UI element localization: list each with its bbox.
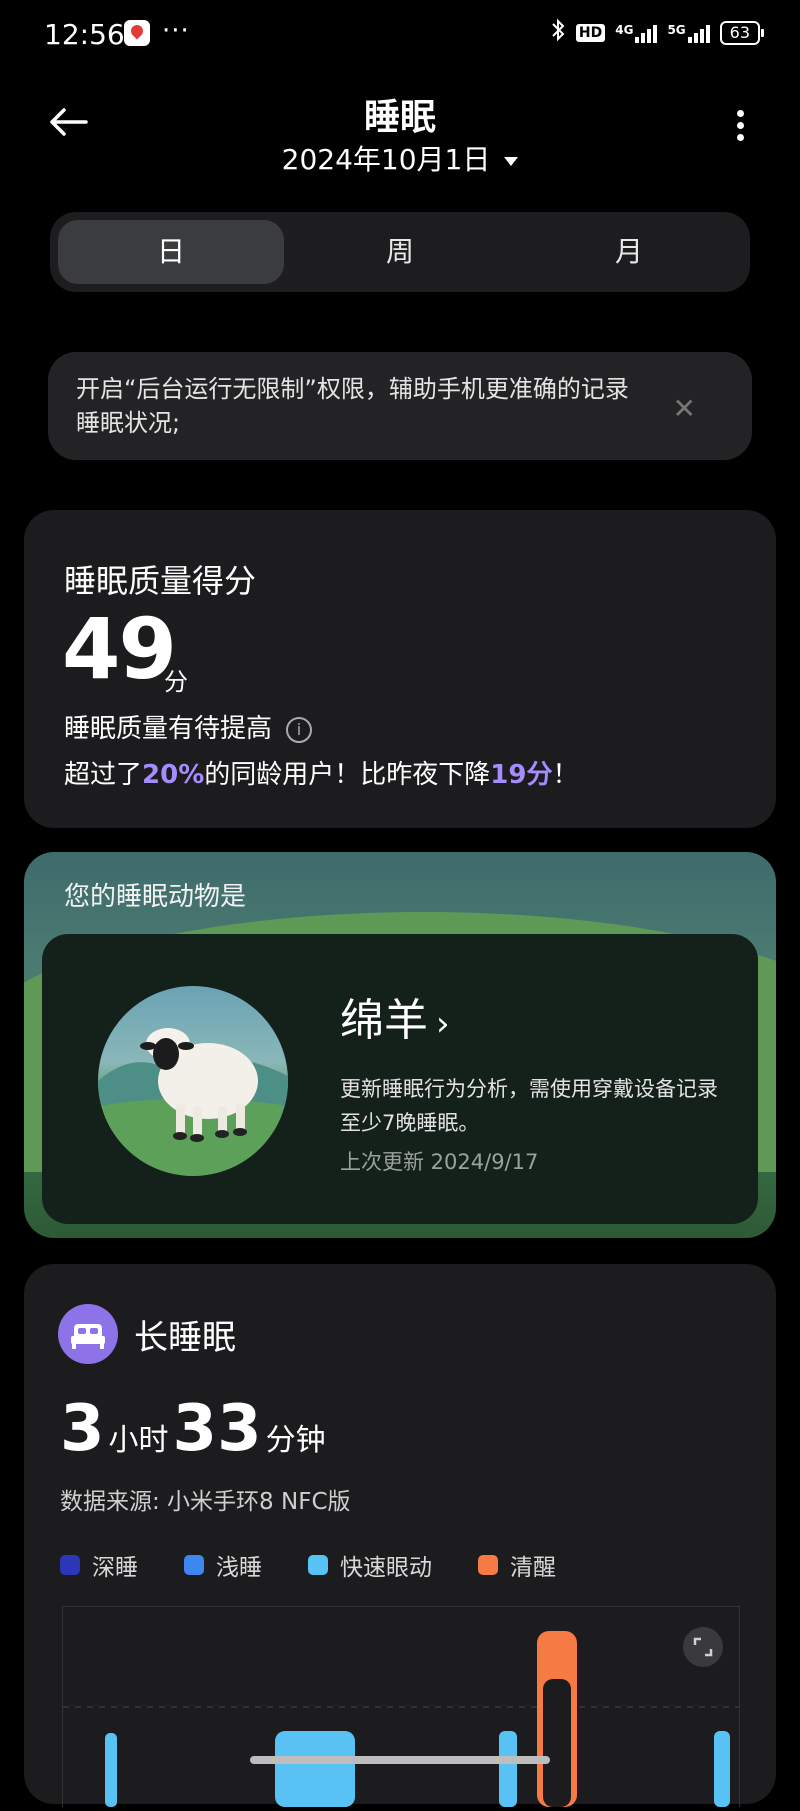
dropdown-caret-icon [504, 156, 519, 166]
page-title: 睡眠 [363, 97, 436, 138]
permission-banner[interactable]: 开启“后台运行无限制”权限，辅助手机更准确的记录睡眠状况; ✕ [48, 352, 752, 460]
battery-icon: 63 [719, 20, 765, 45]
chevron-right-icon: › [436, 1004, 450, 1044]
bluetooth-icon [550, 18, 566, 47]
animal-description: 更新睡眠行为分析，需使用穿戴设备记录至少7晚睡眠。 [340, 1077, 718, 1135]
animal-name-link[interactable]: 绵羊 › [340, 984, 450, 1048]
more-notifications-icon: ··· [162, 16, 190, 46]
score-heading: 睡眠质量得分 [64, 562, 257, 600]
info-icon[interactable]: i [286, 716, 313, 743]
rem-bar-2 [275, 1731, 355, 1807]
comparison-text: 超过了20%的同龄用户！比昨夜下降19分！ [64, 760, 579, 790]
period-tabs: 日 周 月 [50, 212, 750, 292]
legend-awake: 清醒 [478, 1548, 556, 1582]
more-options-icon[interactable] [730, 110, 750, 150]
percentile-value: 20% [142, 760, 205, 790]
status-bar: 12:56 ··· HD 4G 5G 63 [0, 0, 800, 70]
legend-deep-sleep: 深睡 [60, 1548, 138, 1582]
home-indicator[interactable] [250, 1756, 550, 1764]
bed-icon [58, 1304, 118, 1364]
sheep-illustration [98, 986, 288, 1176]
long-sleep-card: 长睡眠 3 小时33 分钟 数据来源: 小米手环8 NFC版 深睡 浅睡 快速眼动 … [24, 1264, 776, 1807]
status-indicators: HD 4G 5G 63 [550, 18, 765, 47]
long-sleep-title: 长睡眠 [134, 1318, 236, 1358]
rem-bar-1 [105, 1733, 117, 1807]
legend-rem: 快速眼动 [308, 1548, 432, 1582]
data-source: 数据来源: 小米手环8 NFC版 [60, 1489, 351, 1515]
legend-light-sleep: 浅睡 [184, 1548, 262, 1582]
tab-day[interactable]: 日 [58, 220, 284, 284]
quality-text: 睡眠质量有待提高 [64, 714, 273, 744]
signal-4g-icon: 4G [615, 23, 658, 43]
last-updated: 上次更新 2024/9/17 [340, 1150, 539, 1174]
rem-bar-3 [499, 1731, 517, 1807]
expand-icon [683, 1627, 723, 1667]
sleep-score-card: 睡眠质量得分 49 分 睡眠质量有待提高 i 超过了20%的同龄用户！比昨夜下降1… [24, 510, 776, 828]
hd-voice-icon: HD [575, 23, 606, 42]
animal-heading: 您的睡眠动物是 [64, 882, 247, 912]
banner-text: 开启“后台运行无限制”权限，辅助手机更准确的记录睡眠状况; [76, 375, 629, 437]
date-selector[interactable]: 2024年10月1日 [0, 138, 800, 178]
maps-app-icon [124, 20, 150, 46]
sleep-stage-chart[interactable] [62, 1606, 740, 1807]
signal-5g-icon: 5G [667, 23, 710, 43]
tab-week[interactable]: 周 [287, 220, 513, 284]
score-unit: 分 [164, 668, 188, 696]
sleep-duration: 3 小时33 分钟 [60, 1392, 326, 1466]
sleep-legend: 深睡 浅睡 快速眼动 清醒 [60, 1548, 556, 1582]
close-icon[interactable]: ✕ [673, 392, 696, 425]
quality-row: 睡眠质量有待提高 i [64, 708, 313, 745]
status-time: 12:56 [44, 18, 125, 51]
tab-month[interactable]: 月 [516, 220, 742, 284]
animal-panel: 绵羊 › 更新睡眠行为分析，需使用穿戴设备记录至少7晚睡眠。 上次更新 2024/… [42, 934, 758, 1224]
sleep-animal-card[interactable]: 您的睡眠动物是 绵羊 › 更新睡眠行为分析，需使用穿戴设备记录至少7晚睡眠。 上… [24, 852, 776, 1238]
score-value: 49 [62, 600, 177, 698]
drop-value: 19分 [490, 760, 553, 790]
date-label: 2024年10月1日 [281, 143, 491, 176]
rem-bar-4 [714, 1731, 730, 1807]
